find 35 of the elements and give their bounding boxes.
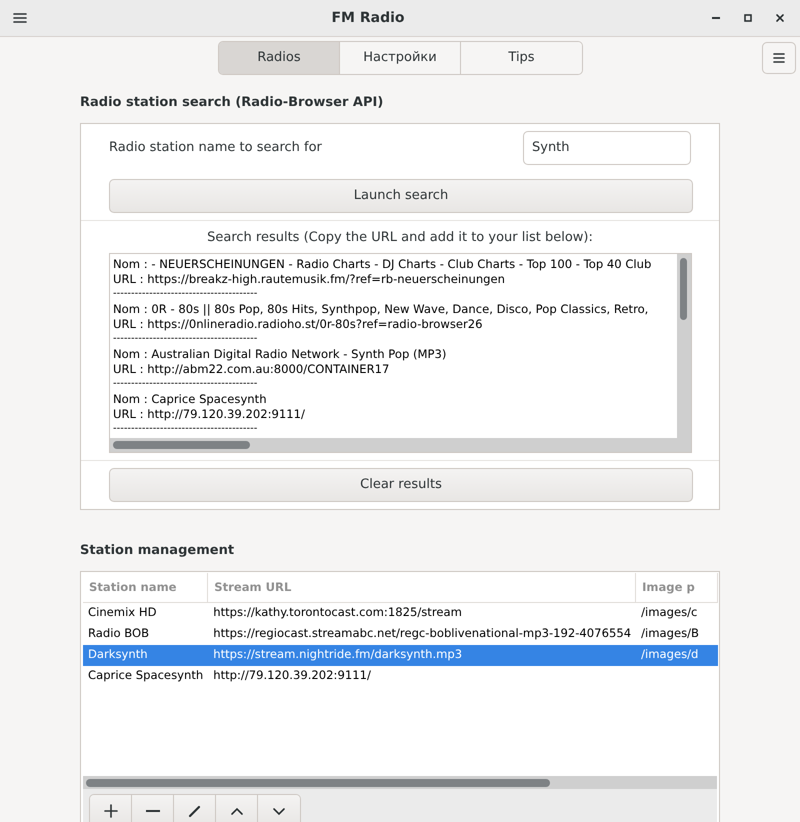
field-label: Radio station name to search for [109,138,322,157]
tab[interactable]: Radios [219,42,340,74]
menu-icon [12,10,28,26]
remove-button[interactable] [132,794,174,822]
main-menu-button[interactable] [762,42,796,74]
section-heading: Station management [80,542,236,560]
window-title: FM Radio [331,8,405,28]
add-button[interactable] [90,794,132,822]
move-down-button[interactable] [258,794,300,822]
minus-icon [146,810,160,812]
move-up-button[interactable] [216,794,258,822]
clear-results-button[interactable]: Clear results [109,468,693,502]
minimize-icon [712,17,720,19]
scrollbar[interactable] [110,438,677,452]
menu-icon [771,50,787,66]
results-label: Search results (Copy the URL and add it to your list below): [207,230,593,244]
section-heading: Radio station search (Radio-Browser API) [80,94,384,112]
results-text: Nom : - NEUERSCHEINUNGEN - Radio Charts - DJ Charts - Club Charts - Top 100 - Top 40 Club URL : https://breakz-high.rautemusik.fm/?ref=rb-neuerscheinungen ---------------------------------------- Nom : 0R - 80s || 80s Pop, 80s Hits, Synthpop, New Wave, Dance, Disco, Pop Classics, Retro, URL : https://0nlineradio.radioho.st/0r-80s?ref=radio-browser26 ---------------------------------------- Nom : Australian Digital Radio Network - Synth Pop (MP3) URL : http://abm22.com.au:8000/CONTAINER17 ---------------------------------------- Nom : Caprice Spacesynth URL : http://79.120.39.202:9111/ ---------------------------------------- [112,256,652,436]
table-cell[interactable]: https://kathy.torontocast.com:1825/stream [208,602,636,624]
table-cell[interactable]: Radio BOB [83,624,208,645]
plus-icon [102,802,118,818]
table-cell[interactable]: /images/c [636,602,718,624]
launch-search-button[interactable]: Launch search [109,178,693,212]
table-cell[interactable]: Cinemix HD [83,602,208,624]
table-cell[interactable]: /images/B [636,624,718,645]
search-field[interactable]: Synth [523,130,691,164]
table-cell[interactable]: https://stream.nightride.fm/darksynth.mp3 [208,644,636,666]
table-cell[interactable]: http://79.120.39.202:9111/ [208,666,636,687]
scrollbar[interactable] [677,254,691,438]
scrollbar[interactable] [83,776,717,788]
table-cell[interactable]: Darksynth [83,644,208,666]
table-cell[interactable]: https://regiocast.streamabc.net/regc-boblivenational-mp3-192-4076554 [208,624,636,645]
table-cell[interactable]: Caprice Spacesynth [83,666,208,687]
table-cell[interactable]: /images/d [636,644,718,666]
edit-button[interactable] [174,794,216,822]
